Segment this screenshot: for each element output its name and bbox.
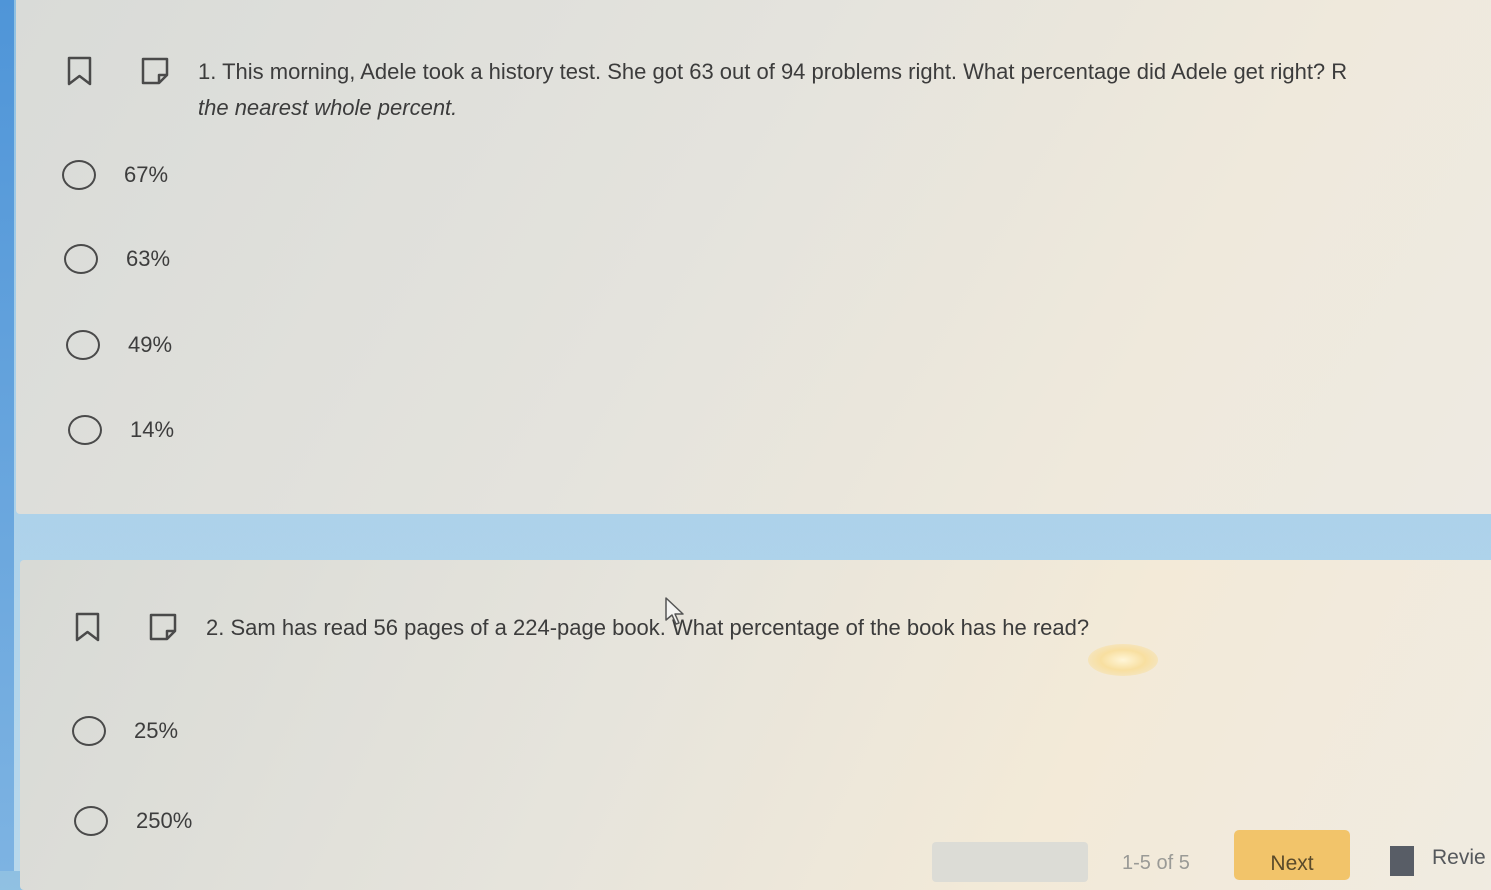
question-1-choice-c[interactable]: 49% <box>66 330 172 360</box>
question-1-number: 1. <box>198 59 217 84</box>
radio-button[interactable] <box>62 160 96 190</box>
question-1-choice-b[interactable]: 63% <box>64 244 170 274</box>
progress-indicator: 1-5 of 5 <box>1122 852 1190 874</box>
left-edge-strip <box>0 0 14 871</box>
question-2-header: 2. Sam has read 56 pages of a 224-page b… <box>74 612 1089 646</box>
choice-label: 49% <box>128 332 173 357</box>
choice-label: 14% <box>130 417 175 442</box>
question-2-prompt: Sam has read 56 pages of a 224-page book… <box>230 615 1090 640</box>
footer-navigation: 1-5 of 5 Next Revie <box>0 828 1491 882</box>
question-1-prompt: This morning, Adele took a history test.… <box>222 59 1348 84</box>
question-1-subtext: the nearest whole percent. <box>198 95 458 120</box>
question-2-number: 2. <box>206 615 225 640</box>
previous-button[interactable] <box>932 842 1088 882</box>
choice-label: 25% <box>134 718 179 743</box>
screen-glare <box>1088 644 1158 676</box>
radio-button[interactable] <box>66 330 100 360</box>
bookmark-icon[interactable] <box>74 612 102 642</box>
note-icon[interactable] <box>148 612 177 642</box>
review-icon[interactable] <box>1390 846 1414 876</box>
question-1-text: 1. This morning, Adele took a history te… <box>198 54 1458 126</box>
radio-button[interactable] <box>64 244 98 274</box>
choice-label: 63% <box>126 246 171 271</box>
question-1-choice-a[interactable]: 67% <box>62 160 168 190</box>
question-1-choice-d[interactable]: 14% <box>68 415 174 445</box>
next-button-label: Next <box>1270 852 1314 875</box>
question-1-header: 1. This morning, Adele took a history te… <box>66 56 1458 126</box>
bookmark-icon[interactable] <box>66 56 94 86</box>
choice-label: 67% <box>124 162 169 187</box>
radio-button[interactable] <box>72 716 106 746</box>
next-button[interactable]: Next <box>1234 830 1350 880</box>
mouse-cursor-icon <box>664 596 688 633</box>
review-button-label[interactable]: Revie <box>1432 846 1486 870</box>
radio-button[interactable] <box>68 415 102 445</box>
question-2-text: 2. Sam has read 56 pages of a 224-page b… <box>206 610 1089 646</box>
question-2-choice-a[interactable]: 25% <box>72 716 178 746</box>
note-icon[interactable] <box>140 56 169 86</box>
